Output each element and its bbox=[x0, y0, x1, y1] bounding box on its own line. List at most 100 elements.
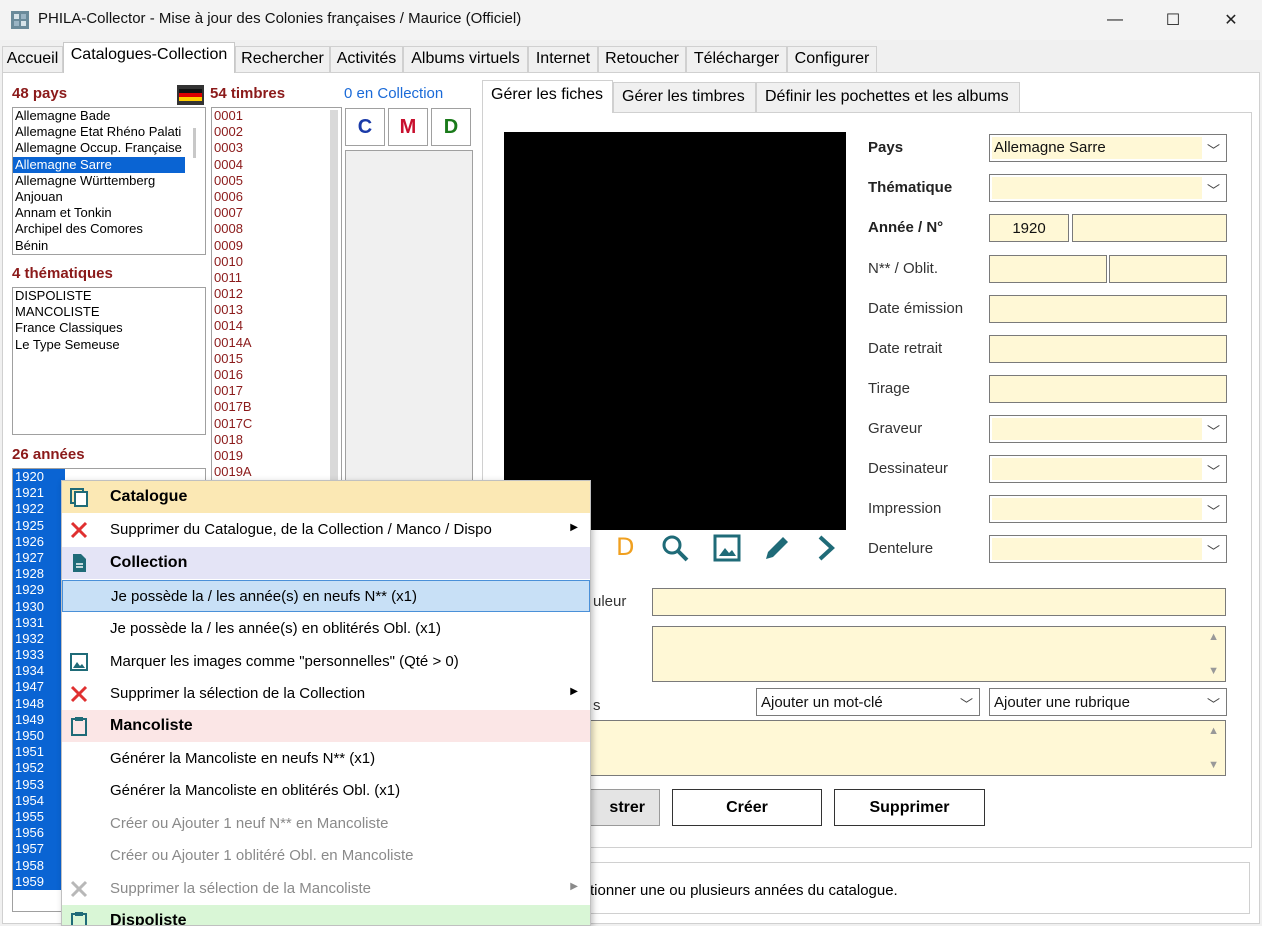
close-button[interactable]: ✕ bbox=[1202, 0, 1260, 40]
list-item[interactable]: 1932 bbox=[13, 630, 65, 648]
list-item[interactable]: 0017C bbox=[212, 416, 341, 432]
list-item[interactable]: 0001 bbox=[212, 108, 341, 124]
thematique-select[interactable]: ﹀ bbox=[989, 174, 1227, 202]
tab-accueil[interactable]: Accueil bbox=[2, 46, 63, 72]
list-item[interactable]: 0018 bbox=[212, 432, 341, 448]
list-item[interactable]: Allemagne Bade bbox=[13, 108, 205, 124]
list-item[interactable]: 1950 bbox=[13, 728, 65, 745]
list-item[interactable]: 1927 bbox=[13, 549, 65, 567]
stamps-list[interactable]: 0001 0002 0003 0004 0005 0006 0007 0008 … bbox=[211, 107, 342, 487]
tab-gerer-timbres[interactable]: Gérer les timbres bbox=[613, 82, 756, 112]
menu-item-possede-neufs[interactable]: Je possède la / les année(s) en neufs N*… bbox=[62, 580, 590, 612]
list-item[interactable]: 0004 bbox=[212, 157, 341, 173]
list-item[interactable]: 0007 bbox=[212, 205, 341, 221]
menu-item-possede-obliteres[interactable]: Je possède la / les année(s) en oblitéré… bbox=[62, 613, 590, 645]
edit-pencil-icon[interactable] bbox=[762, 533, 792, 563]
maximize-button[interactable]: ☐ bbox=[1144, 0, 1202, 40]
list-item[interactable]: 0016 bbox=[212, 367, 341, 383]
list-item[interactable]: 0014A bbox=[212, 335, 341, 351]
list-item[interactable]: 0009 bbox=[212, 238, 341, 254]
menu-item-generer-neufs[interactable]: Générer la Mancoliste en neufs N** (x1) bbox=[62, 743, 590, 775]
dessinateur-select[interactable]: ﹀ bbox=[989, 455, 1227, 483]
list-item[interactable]: Archipel des Comores bbox=[13, 221, 205, 237]
keyword-select[interactable]: Ajouter un mot-clé ﹀ bbox=[756, 688, 980, 716]
list-item[interactable]: 1951 bbox=[13, 744, 65, 761]
tab-rechercher[interactable]: Rechercher bbox=[235, 46, 330, 72]
list-item[interactable]: 0003 bbox=[212, 140, 341, 156]
minimize-button[interactable]: — bbox=[1086, 0, 1144, 40]
germany-flag-icon[interactable] bbox=[177, 85, 204, 105]
list-item[interactable]: 0011 bbox=[212, 270, 341, 286]
annee-field[interactable]: 1920 bbox=[989, 214, 1069, 242]
tirage-field[interactable] bbox=[989, 375, 1227, 403]
pays-select[interactable]: Allemagne Sarre ﹀ bbox=[989, 134, 1227, 162]
scroll-down-icon[interactable]: ▼ bbox=[1208, 759, 1219, 771]
list-item[interactable]: 1930 bbox=[13, 598, 65, 615]
impression-select[interactable]: ﹀ bbox=[989, 495, 1227, 523]
tab-telecharger[interactable]: Télécharger bbox=[686, 46, 787, 72]
list-item[interactable]: 1959 bbox=[13, 873, 65, 890]
list-item[interactable]: 1925 bbox=[13, 517, 65, 534]
list-item[interactable]: 0006 bbox=[212, 189, 341, 205]
date-retrait-field[interactable] bbox=[989, 335, 1227, 363]
list-item[interactable]: Le Type Semeuse bbox=[13, 337, 205, 353]
list-item[interactable]: 0014 bbox=[212, 318, 341, 334]
scroll-down-icon[interactable]: ▼ bbox=[1208, 665, 1219, 677]
list-item[interactable]: Allemagne Württemberg bbox=[13, 173, 205, 189]
list-item[interactable]: 1928 bbox=[13, 566, 65, 583]
list-item[interactable]: 1931 bbox=[13, 614, 65, 631]
menu-item-supprimer-collection[interactable]: Supprimer la sélection de la Collection … bbox=[62, 678, 590, 710]
menu-item-supprimer-catalogue[interactable]: Supprimer du Catalogue, de la Collection… bbox=[62, 514, 590, 546]
list-item[interactable]: 0019 bbox=[212, 448, 341, 464]
list-item[interactable]: 0002 bbox=[212, 124, 341, 140]
d-icon[interactable]: D bbox=[616, 533, 634, 561]
scroll-up-icon[interactable]: ▲ bbox=[1208, 725, 1219, 737]
collection-m-button[interactable]: M bbox=[388, 108, 428, 146]
list-item[interactable]: Bénin bbox=[13, 238, 205, 254]
oblit-field[interactable] bbox=[1109, 255, 1227, 283]
list-item[interactable]: France Classiques bbox=[13, 320, 205, 336]
tab-activites[interactable]: Activités bbox=[330, 46, 403, 72]
list-item[interactable]: 0019A bbox=[212, 464, 341, 480]
list-item[interactable]: 1920 bbox=[13, 469, 65, 486]
list-item[interactable]: Allemagne Occup. Française bbox=[13, 140, 205, 156]
date-emission-field[interactable] bbox=[989, 295, 1227, 323]
list-item[interactable]: 0013 bbox=[212, 302, 341, 318]
numero-field[interactable] bbox=[1072, 214, 1227, 242]
chevron-right-icon[interactable] bbox=[814, 533, 840, 563]
tab-retoucher[interactable]: Retoucher bbox=[598, 46, 686, 72]
list-item[interactable]: 1949 bbox=[13, 711, 65, 728]
tab-internet[interactable]: Internet bbox=[528, 46, 598, 72]
list-item[interactable]: Allemagne Sarre bbox=[13, 156, 185, 173]
countries-list[interactable]: Allemagne Bade Allemagne Etat Rhéno Pala… bbox=[12, 107, 206, 255]
list-item[interactable]: 0017 bbox=[212, 383, 341, 399]
tab-albums-virtuels[interactable]: Albums virtuels bbox=[403, 46, 528, 72]
list-item[interactable]: 1957 bbox=[13, 841, 65, 858]
keywords-area[interactable]: ▲ ▼ bbox=[585, 720, 1226, 776]
graveur-select[interactable]: ﹀ bbox=[989, 415, 1227, 443]
tab-catalogues-collection[interactable]: Catalogues-Collection bbox=[63, 42, 235, 73]
neuf-field[interactable] bbox=[989, 255, 1107, 283]
scrollbar-track[interactable] bbox=[330, 110, 338, 486]
list-item[interactable]: Anjouan bbox=[13, 189, 205, 205]
menu-item-marquer-images[interactable]: Marquer les images comme "personnelles" … bbox=[62, 646, 590, 678]
list-item[interactable]: MANCOLISTE bbox=[13, 304, 205, 320]
scrollbar-thumb[interactable] bbox=[193, 128, 196, 158]
list-item[interactable]: 1921 bbox=[13, 485, 65, 502]
list-item[interactable]: 1947 bbox=[13, 679, 65, 696]
list-item[interactable]: 1956 bbox=[13, 825, 65, 842]
tab-configurer[interactable]: Configurer bbox=[787, 46, 877, 72]
list-item[interactable]: 1934 bbox=[13, 663, 65, 680]
collection-list[interactable] bbox=[345, 150, 473, 490]
list-item[interactable]: 0017B bbox=[212, 399, 341, 415]
list-item[interactable]: 1954 bbox=[13, 792, 65, 809]
rubrique-select[interactable]: Ajouter une rubrique ﹀ bbox=[989, 688, 1227, 716]
tab-pochettes-albums[interactable]: Définir les pochettes et les albums bbox=[756, 82, 1020, 112]
scroll-up-icon[interactable]: ▲ bbox=[1208, 631, 1219, 643]
list-item[interactable]: 1958 bbox=[13, 857, 65, 874]
list-item[interactable]: 1922 bbox=[13, 501, 65, 518]
image-icon[interactable] bbox=[713, 534, 741, 562]
thematics-list[interactable]: DISPOLISTE MANCOLISTE France Classiques … bbox=[12, 287, 206, 435]
tab-gerer-fiches[interactable]: Gérer les fiches bbox=[482, 80, 613, 113]
list-item[interactable]: 1929 bbox=[13, 582, 65, 599]
